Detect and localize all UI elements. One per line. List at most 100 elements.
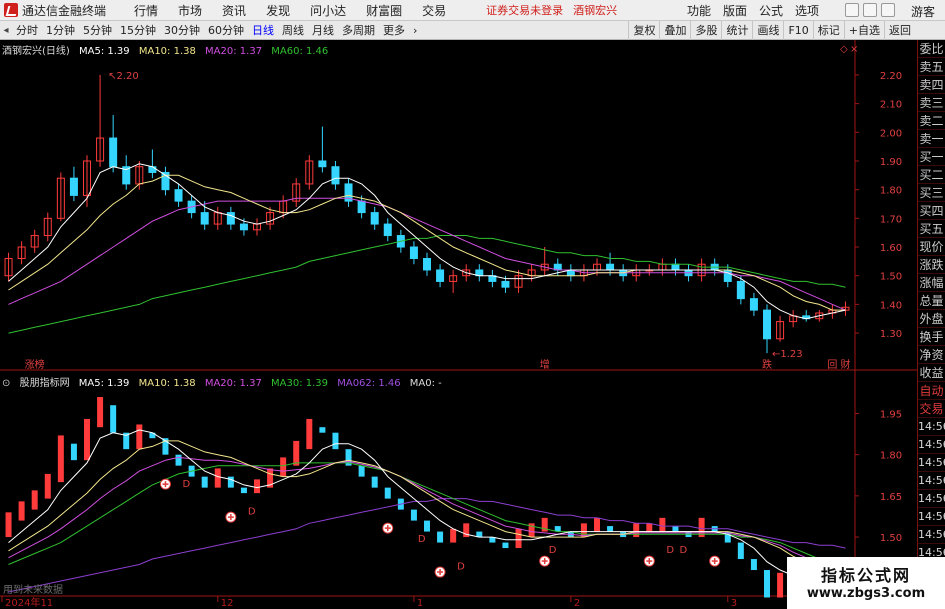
ind-ma5-line bbox=[8, 429, 846, 579]
indicator-bar bbox=[293, 440, 300, 466]
kline-chart-svg[interactable]: 2.20 2.10 2.00 1.90 1.80 1.70 1.60 1.50 1.40 1.30… bbox=[0, 40, 917, 609]
d-signal-marker: D bbox=[549, 545, 557, 556]
tab-weekly[interactable]: 周线 bbox=[278, 21, 308, 40]
ind-ma10-line bbox=[8, 440, 846, 571]
menu-gongneng[interactable]: 功能 bbox=[681, 2, 717, 19]
indicator-bar bbox=[84, 418, 90, 461]
tool-diejia[interactable]: 叠加 bbox=[659, 21, 690, 40]
indicator-bar bbox=[97, 396, 104, 428]
legend-ma5: MA5: 1.39 bbox=[79, 46, 130, 57]
candle-body bbox=[749, 298, 758, 311]
d-signal-marker: D bbox=[666, 545, 674, 556]
menu-faxian[interactable]: 发现 bbox=[256, 2, 300, 19]
menu-hangqing[interactable]: 行情 bbox=[124, 2, 168, 19]
right-menu-group: 功能 版面 公式 选项 bbox=[681, 0, 825, 21]
tab-5min[interactable]: 5分钟 bbox=[79, 21, 116, 40]
price-tick-label: 1.40 bbox=[880, 300, 902, 311]
tool-f10[interactable]: F10 bbox=[783, 21, 812, 40]
bottom-legend: ⊙ 股朋指标网 MA5: 1.39 MA10: 1.38 MA20: 1.37 … bbox=[2, 374, 448, 389]
indicator-bar bbox=[332, 432, 339, 450]
candle-body bbox=[318, 160, 327, 168]
sidebar-time: 14:56 bbox=[918, 472, 945, 490]
legend-ind-ma062: MA062: 1.46 bbox=[337, 378, 401, 389]
indicator-bar bbox=[764, 570, 770, 598]
maximize-icon[interactable] bbox=[863, 3, 877, 17]
candle-body bbox=[671, 263, 680, 271]
tab-30min[interactable]: 30分钟 bbox=[160, 21, 204, 40]
menu-zixun[interactable]: 资讯 bbox=[212, 2, 256, 19]
price-tick-label: 1.30 bbox=[880, 329, 902, 340]
indicator-bar bbox=[633, 523, 640, 538]
candle-body bbox=[357, 200, 366, 214]
tool-fuquan[interactable]: 复权 bbox=[628, 21, 659, 40]
tab-daily[interactable]: 日线 bbox=[248, 21, 278, 40]
indicator-bar bbox=[777, 572, 784, 598]
menu-jiaoyi[interactable]: 交易 bbox=[412, 2, 456, 19]
tool-tongji[interactable]: 统计 bbox=[721, 21, 752, 40]
ma60-line bbox=[8, 235, 846, 334]
tab-multi-period[interactable]: 多周期 bbox=[338, 21, 379, 40]
tool-add-favorite[interactable]: +自选 bbox=[843, 21, 884, 40]
quote-field-list: 委比 卖五 卖四 卖三 卖二 卖一 买一 买二 买三 买四 买五 现价 涨跌 涨幅 总量 外盘 换手 净资 收益 自动… bbox=[918, 40, 945, 598]
menu-caifuquan[interactable]: 财富圈 bbox=[356, 2, 412, 19]
chart-area[interactable]: 2.20 2.10 2.00 1.90 1.80 1.70 1.60 1.50 1.40 1.30… bbox=[0, 40, 917, 609]
menu-xuanxiang[interactable]: 选项 bbox=[789, 2, 825, 19]
indicator-bar bbox=[227, 476, 234, 488]
menu-wenxiaoda[interactable]: 问小达 bbox=[300, 2, 356, 19]
indicator-bar bbox=[280, 457, 287, 477]
tool-huaxian[interactable]: 画线 bbox=[752, 21, 783, 40]
indicator-bar bbox=[5, 512, 12, 538]
more-chevron-icon[interactable]: › bbox=[409, 21, 421, 40]
panel-close-icon: × bbox=[850, 44, 858, 55]
diamond-icon: ◇ bbox=[840, 44, 848, 55]
tool-biaoji[interactable]: 标记 bbox=[812, 21, 844, 40]
indicator-bar bbox=[450, 528, 457, 543]
date-label: 3 bbox=[731, 598, 737, 609]
top-legend: 酒钢宏兴(日线) MA5: 1.39 MA10: 1.38 MA20: 1.37… bbox=[2, 42, 334, 57]
indicator-title: 股朋指标网 bbox=[19, 378, 70, 389]
tool-duogu[interactable]: 多股 bbox=[690, 21, 721, 40]
legend-ind-ma30: MA30: 1.39 bbox=[271, 378, 329, 389]
minimize-icon[interactable] bbox=[845, 3, 859, 17]
sidebar-field: 买三 bbox=[918, 186, 945, 202]
legend-ind-ma10: MA10: 1.38 bbox=[138, 378, 196, 389]
menu-gongshi[interactable]: 公式 bbox=[753, 2, 789, 19]
indicator-settings-icon[interactable]: ⊙ bbox=[2, 378, 10, 389]
login-warning[interactable]: 证券交易未登录 bbox=[486, 2, 563, 18]
tab-60min[interactable]: 60分钟 bbox=[204, 21, 248, 40]
tab-more[interactable]: 更多 bbox=[379, 21, 409, 40]
toolbar-collapse-icon[interactable]: ◂ bbox=[0, 21, 12, 40]
candle-body bbox=[436, 269, 445, 282]
candle-body bbox=[763, 309, 771, 340]
indicator-bar bbox=[214, 468, 221, 488]
indicator-bar bbox=[18, 501, 25, 521]
close-icon[interactable] bbox=[881, 3, 895, 17]
app-title: 通达信金融终端 bbox=[22, 3, 107, 18]
sidebar-field: 买一 bbox=[918, 150, 945, 166]
indicator-bar bbox=[240, 487, 247, 494]
sidebar-time: 14:56 bbox=[918, 436, 945, 454]
tab-1min[interactable]: 1分钟 bbox=[42, 21, 79, 40]
d-signal-marker: D bbox=[418, 534, 426, 545]
price-tick-label: 1.90 bbox=[880, 157, 902, 168]
candle-body bbox=[736, 280, 745, 300]
sidebar-time: 14:56 bbox=[918, 490, 945, 508]
candle-body bbox=[174, 189, 183, 202]
sidebar-field: 外盘 bbox=[918, 312, 945, 328]
tab-15min[interactable]: 15分钟 bbox=[116, 21, 160, 40]
tool-back[interactable]: 返回 bbox=[884, 21, 915, 40]
ind-ma062-line bbox=[8, 498, 846, 593]
app-logo-icon bbox=[4, 3, 18, 17]
guest-user[interactable]: 游客 bbox=[911, 3, 935, 20]
d-signal-marker: D bbox=[183, 479, 191, 490]
menu-banmian[interactable]: 版面 bbox=[717, 2, 753, 19]
menu-shichang[interactable]: 市场 bbox=[168, 2, 212, 19]
indicator-tick-label: 1.65 bbox=[880, 492, 902, 503]
future-data-note: 用到未来数据 bbox=[3, 585, 63, 596]
date-label: 2024年11 bbox=[5, 596, 53, 609]
indicator-bar bbox=[70, 443, 77, 461]
ma10-line bbox=[8, 174, 846, 311]
tab-monthly[interactable]: 月线 bbox=[308, 21, 338, 40]
d-signal-marker: D bbox=[457, 562, 465, 573]
tab-fenshi[interactable]: 分时 bbox=[12, 21, 42, 40]
